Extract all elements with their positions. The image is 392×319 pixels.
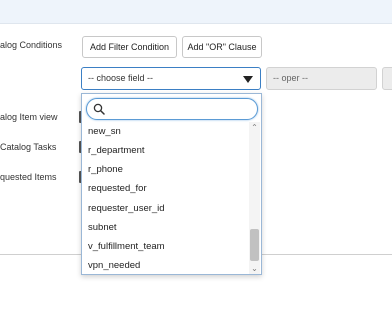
dropdown-option[interactable]: requester_user_id (88, 202, 165, 216)
dropdown-option[interactable]: subnet (88, 221, 117, 235)
dropdown-option[interactable]: new_sn (88, 125, 121, 139)
operator-select-value: -- oper -- (273, 73, 309, 83)
scroll-thumb[interactable] (250, 229, 259, 261)
header-band (0, 0, 392, 24)
requested-items-label: quested Items (0, 172, 57, 182)
add-filter-condition-button[interactable]: Add Filter Condition (82, 36, 177, 58)
catalog-tasks-label: Catalog Tasks (0, 142, 57, 152)
chevron-down-icon (243, 76, 253, 83)
scroll-down-arrow-icon[interactable]: ⌄ (251, 265, 258, 273)
scroll-up-arrow-icon[interactable]: ⌃ (251, 124, 258, 132)
dropdown-option[interactable]: requested_for (88, 182, 147, 196)
dropdown-search[interactable] (86, 98, 258, 120)
catalog-conditions-label: alog Conditions (0, 40, 63, 50)
dropdown-option[interactable]: r_phone (88, 163, 123, 177)
catalog-item-view-label: alog Item view (0, 112, 58, 122)
dropdown-search-input[interactable] (109, 102, 249, 116)
dropdown-option-list: new_sn r_department r_phone requested_fo… (82, 122, 249, 274)
field-select-value: -- choose field -- (88, 73, 154, 83)
dropdown-option[interactable]: vpn_needed (88, 259, 140, 273)
dropdown-option[interactable]: v_fulfillment_team (88, 240, 165, 254)
field-select[interactable]: -- choose field -- (81, 67, 261, 90)
add-or-clause-button[interactable]: Add "OR" Clause (182, 36, 262, 58)
field-dropdown: new_sn r_department r_phone requested_fo… (81, 93, 262, 275)
dropdown-option[interactable]: r_department (88, 144, 145, 158)
search-icon (93, 103, 105, 115)
value-select[interactable] (382, 67, 392, 90)
dropdown-scrollbar[interactable]: ⌃ ⌄ (249, 122, 260, 274)
operator-select[interactable]: -- oper -- (266, 67, 377, 90)
